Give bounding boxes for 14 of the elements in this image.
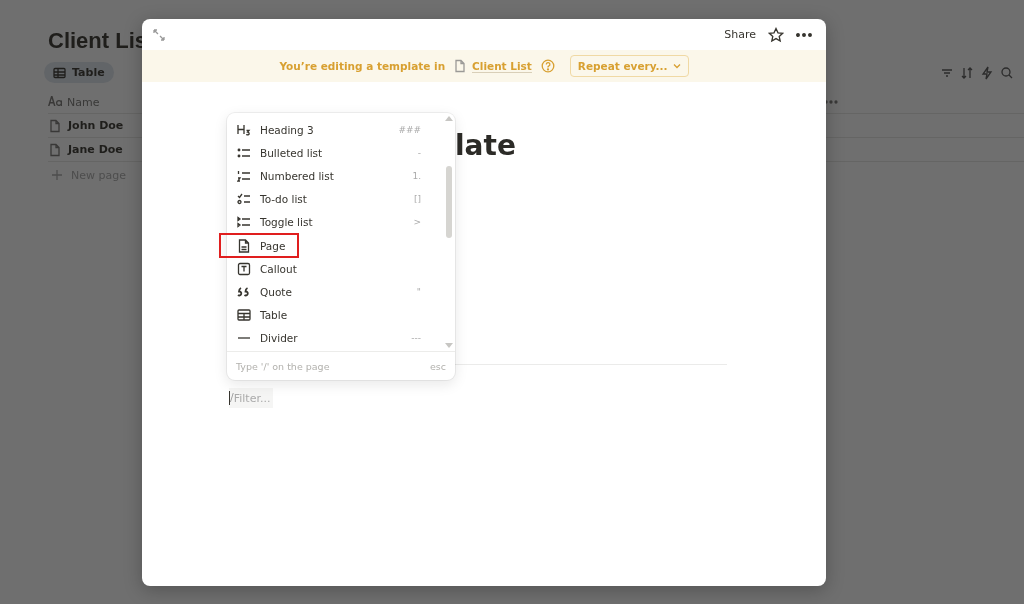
shortcut-hint: 1.	[412, 170, 421, 181]
shortcut-hint: "	[416, 286, 421, 297]
table-cell: John Doe	[68, 119, 124, 132]
shortcut-hint: esc	[429, 360, 446, 372]
shortcut-hint: ---	[411, 333, 421, 344]
shortcut-hint: -	[417, 147, 421, 158]
shortcut-hint: []	[413, 194, 421, 205]
menu-hint: Type '/' on the page	[236, 360, 330, 372]
page-title: late	[455, 129, 517, 164]
shortcut-hint: >	[413, 217, 421, 228]
table-cell: Jane Doe	[68, 143, 123, 156]
banner-text: You’re editing a template in	[279, 60, 446, 72]
column-header: Name	[67, 95, 100, 109]
shortcut-hint: ###	[398, 124, 421, 135]
